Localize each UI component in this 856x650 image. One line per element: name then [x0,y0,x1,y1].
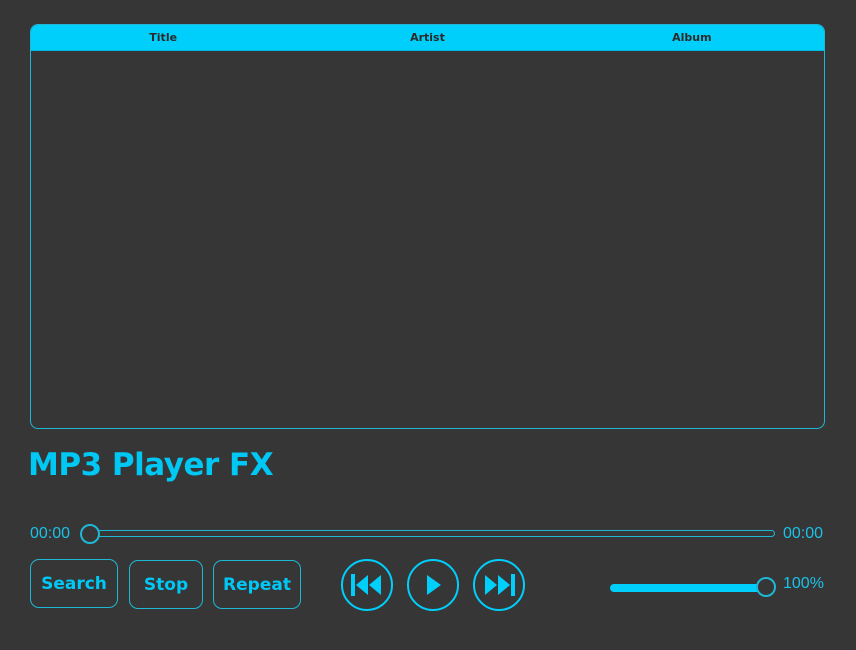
total-time: 00:00 [783,525,824,542]
previous-track-button[interactable] [341,559,393,611]
play-button[interactable] [407,559,459,611]
volume-slider-track[interactable] [610,584,766,592]
current-time: 00:00 [30,525,71,542]
column-header-album[interactable]: Album [560,31,824,44]
volume-label: 100% [783,575,824,592]
skip-previous-icon [351,574,381,596]
playlist-header: Title Artist Album [31,25,824,51]
next-track-button[interactable] [473,559,525,611]
search-button[interactable]: Search [30,559,118,608]
playlist-body[interactable] [31,50,824,428]
seek-slider-track[interactable] [84,530,775,537]
playlist-table[interactable]: Title Artist Album [30,24,825,429]
volume-slider-thumb[interactable] [756,577,776,597]
stop-button[interactable]: Stop [129,560,203,609]
repeat-button[interactable]: Repeat [213,560,301,609]
seek-slider-thumb[interactable] [80,524,100,544]
play-icon [427,575,441,595]
column-header-artist[interactable]: Artist [295,31,559,44]
column-header-title[interactable]: Title [31,31,295,44]
skip-next-icon [485,574,515,596]
app-title: MP3 Player FX [28,447,274,483]
